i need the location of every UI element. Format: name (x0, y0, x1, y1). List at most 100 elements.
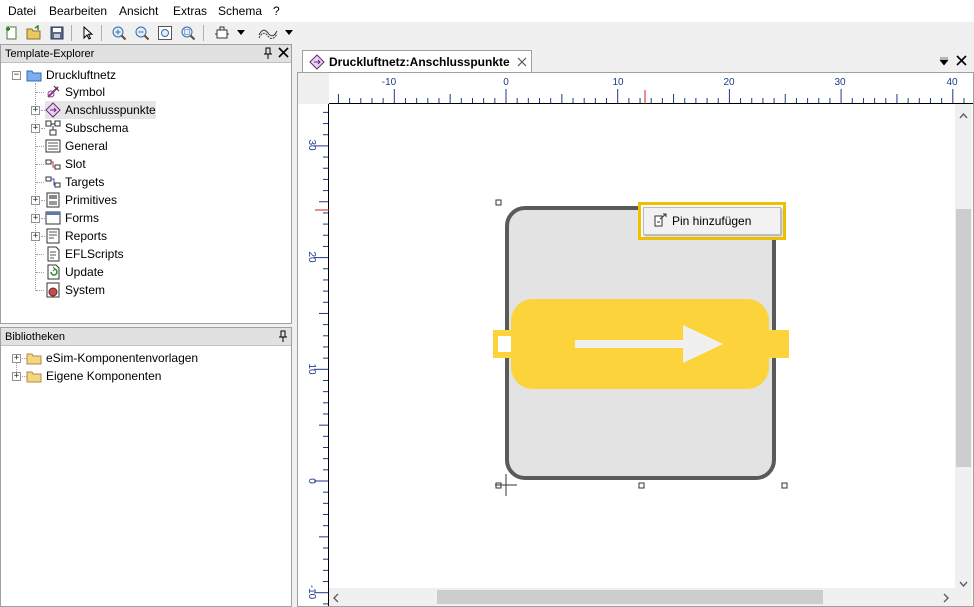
folder-blue-icon (26, 67, 42, 83)
menu-help[interactable]: ? (273, 4, 280, 18)
menu-bearbeiten[interactable]: Bearbeiten (49, 4, 107, 18)
v-ruler-label: 30 (306, 139, 317, 151)
tree-item-eflscripts[interactable]: EFLScripts (45, 245, 124, 263)
selection-handle (495, 199, 502, 206)
document-area: Druckluftnetz:Anschlusspunkte -10 0 10 2… (297, 46, 974, 607)
library-own-components[interactable]: Eigene Komponenten (26, 367, 161, 385)
save-icon[interactable] (48, 24, 66, 42)
tree-item-slot[interactable]: Slot (45, 155, 86, 173)
schema-canvas[interactable]: -10 0 10 20 30 40 30 20 10 0 -10 Pin hin… (297, 72, 974, 607)
tree-item-forms[interactable]: Forms (45, 209, 99, 227)
component-icon[interactable] (213, 24, 231, 42)
tab-druckluftnetz-anschlusspunkte[interactable]: Druckluftnetz:Anschlusspunkte (302, 50, 532, 72)
expand-toggle[interactable]: + (31, 232, 40, 241)
library-esim-templates[interactable]: eSim-Komponentenvorlagen (26, 349, 198, 367)
h-ruler-label: 0 (503, 77, 509, 88)
vertical-scroll-thumb[interactable] (956, 209, 971, 467)
vertical-ruler: 30 20 10 0 -10 (298, 104, 329, 606)
subschema-icon (45, 120, 61, 136)
context-menu-highlight: Pin hinzufügen (638, 202, 786, 240)
connection-dropdown-icon[interactable] (283, 24, 295, 42)
h-ruler-label: 10 (612, 77, 624, 88)
selection-handle (781, 482, 788, 489)
menu-bar: Datei Bearbeiten Ansicht Extras Schema ? (0, 0, 974, 22)
new-file-icon[interactable] (3, 24, 21, 42)
libraries-panel: Bibliotheken + eSim-Komponentenvorlagen … (0, 327, 292, 607)
open-folder-icon[interactable] (25, 24, 43, 42)
origin-crosshair (495, 474, 517, 496)
expand-toggle[interactable]: + (31, 214, 40, 223)
menu-schema[interactable]: Schema (218, 4, 262, 18)
scroll-up-icon[interactable] (959, 108, 968, 122)
expand-toggle[interactable]: + (31, 106, 40, 115)
expand-toggle-root[interactable]: − (12, 71, 21, 80)
horizontal-scrollbar[interactable] (329, 588, 955, 606)
general-icon (45, 138, 61, 154)
tree-item-reports[interactable]: Reports (45, 227, 107, 245)
tree-item-targets[interactable]: Targets (45, 173, 104, 191)
folder-icon (26, 368, 42, 384)
tab-close-icon[interactable] (517, 56, 527, 70)
v-ruler-label: 20 (306, 251, 317, 263)
document-close-icon[interactable] (956, 55, 967, 69)
scrollbar-corner (955, 588, 972, 606)
expand-toggle[interactable]: + (12, 372, 21, 381)
expand-toggle[interactable]: + (31, 124, 40, 133)
horizontal-ruler: -10 0 10 20 30 40 (329, 73, 973, 104)
vertical-scrollbar[interactable] (955, 104, 972, 588)
tree-item-system[interactable]: System (45, 281, 105, 299)
expand-toggle[interactable]: + (12, 354, 21, 363)
tree-item-label: Symbol (65, 85, 106, 99)
add-pin-icon (654, 213, 668, 230)
connection-icon[interactable] (257, 24, 279, 42)
system-icon (45, 282, 61, 298)
primitives-icon (45, 192, 61, 208)
libraries-header: Bibliotheken (1, 328, 291, 346)
tree-item-label: Anschlusspunkte (65, 103, 156, 117)
pin-icon[interactable] (278, 330, 288, 345)
expand-toggle[interactable]: + (31, 196, 40, 205)
tree-item-label: Subschema (65, 121, 129, 135)
toolbar (0, 22, 974, 44)
forms-icon (45, 210, 61, 226)
zoom-fit-icon[interactable] (156, 24, 174, 42)
libraries-title: Bibliotheken (5, 331, 65, 343)
symbol-drawing[interactable] (329, 104, 955, 588)
tab-list-dropdown-icon[interactable] (939, 55, 949, 69)
menu-ansicht[interactable]: Ansicht (119, 4, 158, 18)
zoom-in-icon[interactable] (110, 24, 128, 42)
template-explorer-header: Template-Explorer (1, 45, 291, 63)
targets-icon (45, 174, 61, 190)
tree-item-label: Slot (65, 157, 86, 171)
connector-point-icon (45, 102, 61, 118)
template-explorer-title: Template-Explorer (5, 48, 95, 60)
menu-extras[interactable]: Extras (173, 4, 207, 18)
scroll-left-icon[interactable] (333, 592, 339, 606)
tree-item-primitives[interactable]: Primitives (45, 191, 117, 209)
template-explorer-panel: Template-Explorer − Druckluftnetz Symbol… (0, 44, 292, 324)
zoom-window-icon[interactable] (179, 24, 197, 42)
pointer-icon[interactable] (78, 24, 96, 42)
scroll-right-icon[interactable] (943, 592, 949, 606)
v-ruler-label: 0 (306, 478, 317, 484)
horizontal-scroll-thumb[interactable] (437, 590, 823, 604)
pin-icon[interactable] (263, 47, 273, 62)
tree-item-anschlusspunkte[interactable]: Anschlusspunkte (45, 101, 156, 119)
selection-handle (638, 482, 645, 489)
tree-item-update[interactable]: Update (45, 263, 104, 281)
tree-item-label: System (65, 283, 106, 297)
tree-item-symbol[interactable]: Symbol (45, 83, 105, 101)
tree-item-subschema[interactable]: Subschema (45, 119, 128, 137)
v-ruler-label: 10 (306, 363, 317, 375)
reports-icon (45, 228, 61, 244)
tree-root[interactable]: Druckluftnetz (26, 66, 116, 84)
tree-item-label: Reports (65, 229, 108, 243)
menu-item-pin-hinzufuegen[interactable]: Pin hinzufügen (648, 211, 776, 231)
tree-item-general[interactable]: General (45, 137, 108, 155)
folder-icon (26, 350, 42, 366)
tree-item-label: Update (65, 265, 104, 279)
zoom-out-icon[interactable] (133, 24, 151, 42)
close-icon[interactable] (278, 47, 289, 61)
menu-datei[interactable]: Datei (8, 4, 36, 18)
component-dropdown-icon[interactable] (235, 24, 247, 42)
